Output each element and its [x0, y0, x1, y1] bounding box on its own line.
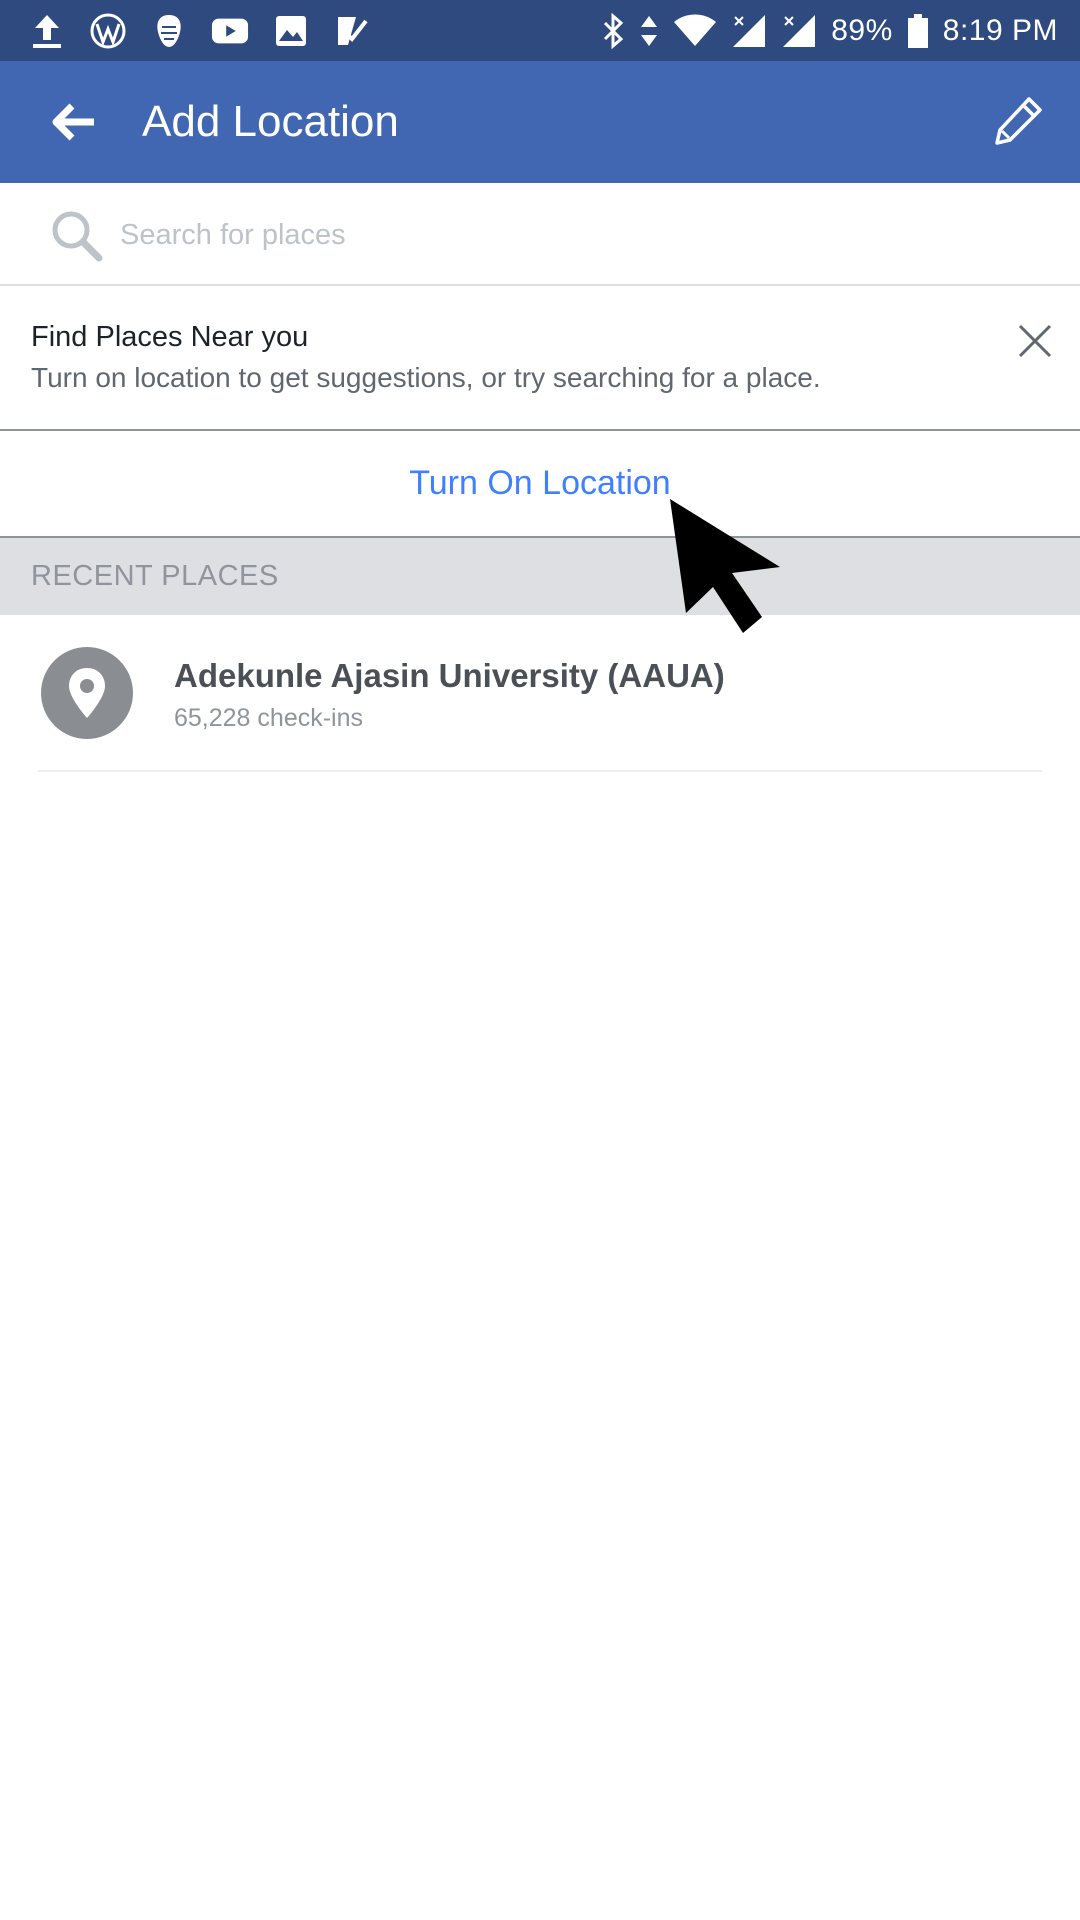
close-icon [1018, 324, 1052, 358]
wordpress-icon [89, 12, 127, 50]
edit-button[interactable] [984, 85, 1054, 155]
mouse-cursor-icon [670, 499, 780, 633]
search-bar [0, 183, 1080, 286]
image-icon [272, 12, 310, 50]
divider [38, 770, 1042, 772]
back-button[interactable] [38, 87, 108, 157]
wifi-icon [673, 12, 717, 50]
place-name: Adekunle Ajasin University (AAUA) [174, 657, 725, 694]
search-icon [52, 211, 103, 262]
clock: 8:19 PM [942, 13, 1058, 47]
bluetooth-icon [601, 12, 625, 50]
find-places-card: Find Places Near you Turn on location to… [0, 288, 1080, 431]
recent-places-header: RECENT PLACES [0, 538, 1080, 615]
card-title: Find Places Near you [31, 321, 309, 353]
notification-icons [28, 12, 394, 50]
place-checkins: 65,228 check-ins [174, 704, 364, 732]
data-arrows-icon [639, 12, 659, 50]
page-title: Add Location [142, 97, 399, 146]
pencil-icon [995, 97, 1042, 145]
avatar [41, 647, 133, 739]
turn-on-location-button[interactable]: Turn On Location [409, 464, 670, 503]
status-bar: 89% 8:19 PM [0, 0, 1080, 61]
search-input[interactable] [120, 208, 1020, 262]
section-label: RECENT PLACES [31, 560, 279, 592]
signal-icon [781, 12, 817, 50]
brand-mask-icon [150, 12, 188, 50]
upload-icon [28, 12, 66, 50]
location-pin-icon [69, 668, 105, 718]
youtube-icon [211, 12, 249, 50]
list-item[interactable]: Adekunle Ajasin University (AAUA) 65,228… [0, 615, 1080, 772]
signal-icon [731, 12, 767, 50]
battery-icon [907, 12, 929, 50]
checklist-icon [333, 12, 371, 50]
battery-percent: 89% [831, 13, 893, 47]
turn-on-location-row: Turn On Location [0, 431, 1080, 538]
dismiss-button[interactable] [1012, 318, 1058, 364]
back-arrow-icon [52, 103, 94, 141]
app-bar: Add Location [0, 61, 1080, 183]
card-description: Turn on location to get suggestions, or … [31, 362, 821, 393]
system-icons: 89% 8:19 PM [587, 12, 1058, 50]
